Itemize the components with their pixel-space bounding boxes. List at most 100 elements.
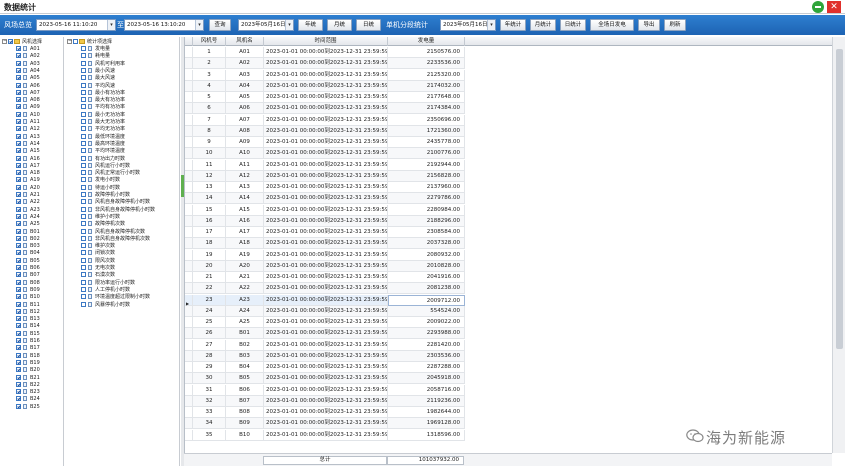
metric-item[interactable]: 最小有功功率 <box>65 89 179 96</box>
checkbox-icon[interactable] <box>81 126 86 132</box>
metric-item[interactable]: 待运小时数 <box>65 184 179 191</box>
cell-energy[interactable]: 2058716.00 <box>388 384 465 396</box>
turbine-item[interactable]: B02 <box>0 235 63 242</box>
checkbox-icon[interactable] <box>81 192 86 197</box>
checkbox-icon[interactable] <box>16 206 21 212</box>
checkbox-icon[interactable] <box>81 177 86 183</box>
turbine-item[interactable]: A09 <box>0 104 63 110</box>
checkbox-icon[interactable] <box>16 53 21 59</box>
table-row[interactable]: 19 A19 2023-01-01 00:00:00到2023-12-31 23:5… <box>185 249 465 261</box>
cell-time-range[interactable]: 2023-01-01 00:00:00到2023-12-31 23:59:59 <box>264 305 388 317</box>
cell-energy[interactable]: 2303536.00 <box>388 350 465 362</box>
cell-energy[interactable]: 2137960.00 <box>388 182 465 193</box>
metric-item[interactable]: 无电次数 <box>65 265 179 271</box>
table-row[interactable]: 30 B05 2023-01-01 00:00:00到2023-12-31 23:5… <box>185 373 465 385</box>
checkbox-icon[interactable] <box>16 170 21 176</box>
turbine-item[interactable]: B06 <box>0 265 63 271</box>
cell-name[interactable]: A10 <box>226 148 264 160</box>
metric-item[interactable]: 最大风速 <box>65 75 179 81</box>
metric-item[interactable]: 最高环境温度 <box>65 140 179 147</box>
turbine-item[interactable]: B01 <box>0 228 63 235</box>
turbine-item[interactable]: A10 <box>0 111 63 118</box>
metric-item[interactable]: 最小风速 <box>65 67 179 74</box>
cell-energy[interactable]: 2041916.00 <box>388 272 465 283</box>
cell-energy[interactable]: 2081238.00 <box>388 283 465 295</box>
cell-time-range[interactable]: 2023-01-01 00:00:00到2023-12-31 23:59:59 <box>264 362 388 373</box>
cell-no[interactable]: 31 <box>193 384 226 396</box>
cell-no[interactable]: 6 <box>193 103 226 115</box>
cell-no[interactable]: 4 <box>193 80 226 92</box>
cell-no[interactable]: 3 <box>193 69 226 81</box>
cell-no[interactable]: 5 <box>193 92 226 103</box>
metric-item[interactable]: 平均有功功率 <box>65 104 179 110</box>
checkbox-icon[interactable] <box>81 140 86 146</box>
cell-energy[interactable]: 2119236.00 <box>388 395 465 407</box>
cell-no[interactable]: 2 <box>193 58 226 70</box>
cell-no[interactable]: 32 <box>193 395 226 407</box>
cell-name[interactable]: B07 <box>226 395 264 407</box>
metric-item[interactable]: 非风机自身故障停机小时数 <box>65 206 179 213</box>
checkbox-icon[interactable] <box>81 60 86 66</box>
cell-time-range[interactable]: 2023-01-01 00:00:00到2023-12-31 23:59:59 <box>264 215 388 227</box>
metric-item[interactable]: 最小无功功率 <box>65 111 179 118</box>
cell-energy[interactable]: 2188296.00 <box>388 215 465 227</box>
cell-time-range[interactable]: 2023-01-01 00:00:00到2023-12-31 23:59:59 <box>264 47 388 58</box>
checkbox-icon[interactable] <box>81 67 86 73</box>
checkbox-icon[interactable] <box>16 243 21 249</box>
cell-energy[interactable]: 2350696.00 <box>388 114 465 126</box>
checkbox-icon[interactable] <box>81 235 86 241</box>
cell-no[interactable]: 24 <box>193 305 226 317</box>
table-row[interactable]: 4 A04 2023-01-01 00:00:00到2023-12-31 23:59… <box>185 80 465 92</box>
turbine-item[interactable]: B22 <box>0 381 63 388</box>
checkbox-icon[interactable] <box>81 133 86 139</box>
checkbox-icon[interactable] <box>16 213 21 219</box>
checkbox-icon[interactable] <box>81 46 86 51</box>
col-header-energy[interactable]: 发电量 <box>388 37 465 46</box>
checkbox-icon[interactable] <box>81 206 86 212</box>
table-row[interactable]: 29 B04 2023-01-01 00:00:00到2023-12-31 23:5… <box>185 362 465 373</box>
day-stat-button[interactable]: 日统计 <box>560 19 586 31</box>
cell-name[interactable]: B06 <box>226 384 264 396</box>
start-time-field[interactable]: 2023-05-16 11:10:20 ▾ <box>36 19 116 31</box>
close-icon[interactable]: ✕ <box>827 1 841 13</box>
cell-energy[interactable]: 2280984.00 <box>388 204 465 216</box>
checkbox-icon[interactable] <box>16 46 21 51</box>
checkbox-icon[interactable] <box>81 53 86 59</box>
table-row[interactable]: 12 A12 2023-01-01 00:00:00到2023-12-31 23:5… <box>185 170 465 182</box>
turbine-tree-root[interactable]: − 风机选择 <box>0 39 63 45</box>
table-row[interactable]: 13 A13 2023-01-01 00:00:00到2023-12-31 23:5… <box>185 182 465 193</box>
cell-time-range[interactable]: 2023-01-01 00:00:00到2023-12-31 23:59:59 <box>264 204 388 216</box>
table-row[interactable]: 5 A05 2023-01-01 00:00:00到2023-12-31 23:59… <box>185 92 465 103</box>
metric-item[interactable]: 最低环境温度 <box>65 133 179 140</box>
metric-item[interactable]: 维护小时数 <box>65 213 179 220</box>
cell-time-range[interactable]: 2023-01-01 00:00:00到2023-12-31 23:59:59 <box>264 328 388 340</box>
table-row[interactable]: 32 B07 2023-01-01 00:00:00到2023-12-31 23:5… <box>185 395 465 407</box>
cell-no[interactable]: 13 <box>193 182 226 193</box>
cell-no[interactable]: 17 <box>193 227 226 238</box>
cell-energy[interactable]: 2100776.00 <box>388 148 465 160</box>
checkbox-icon[interactable] <box>81 243 86 249</box>
cell-time-range[interactable]: 2023-01-01 00:00:00到2023-12-31 23:59:59 <box>264 418 388 430</box>
table-row[interactable]: 20 A20 2023-01-01 00:00:00到2023-12-31 23:5… <box>185 260 465 272</box>
checkbox-icon[interactable] <box>16 389 21 395</box>
cell-time-range[interactable]: 2023-01-01 00:00:00到2023-12-31 23:59:59 <box>264 182 388 193</box>
table-row[interactable]: 34 B09 2023-01-01 00:00:00到2023-12-31 23:5… <box>185 418 465 430</box>
year-stat-button[interactable]: 年统计 <box>500 19 526 31</box>
table-row[interactable]: 16 A16 2023-01-01 00:00:00到2023-12-31 23:5… <box>185 215 465 227</box>
table-row[interactable]: 6 A06 2023-01-01 00:00:00到2023-12-31 23:59… <box>185 103 465 115</box>
cell-time-range[interactable]: 2023-01-01 00:00:00到2023-12-31 23:59:59 <box>264 170 388 182</box>
metric-item[interactable]: 发电量 <box>65 46 179 52</box>
checkbox-icon[interactable] <box>16 338 21 343</box>
turbine-item[interactable]: A20 <box>0 184 63 191</box>
month-button[interactable]: 月统 <box>327 19 352 31</box>
metric-item[interactable]: 耗电量 <box>65 53 179 59</box>
cell-name[interactable]: A08 <box>226 125 264 137</box>
cell-no[interactable]: 23 <box>193 294 226 306</box>
checkbox-icon[interactable] <box>16 396 21 402</box>
metric-item[interactable]: 风机自身故障停机小时数 <box>65 199 179 205</box>
turbine-item[interactable]: A02 <box>0 53 63 59</box>
checkbox-icon[interactable] <box>81 286 86 292</box>
turbine-item[interactable]: A08 <box>0 97 63 103</box>
metric-item[interactable]: 平均风速 <box>65 82 179 89</box>
checkbox-icon[interactable] <box>81 221 86 227</box>
